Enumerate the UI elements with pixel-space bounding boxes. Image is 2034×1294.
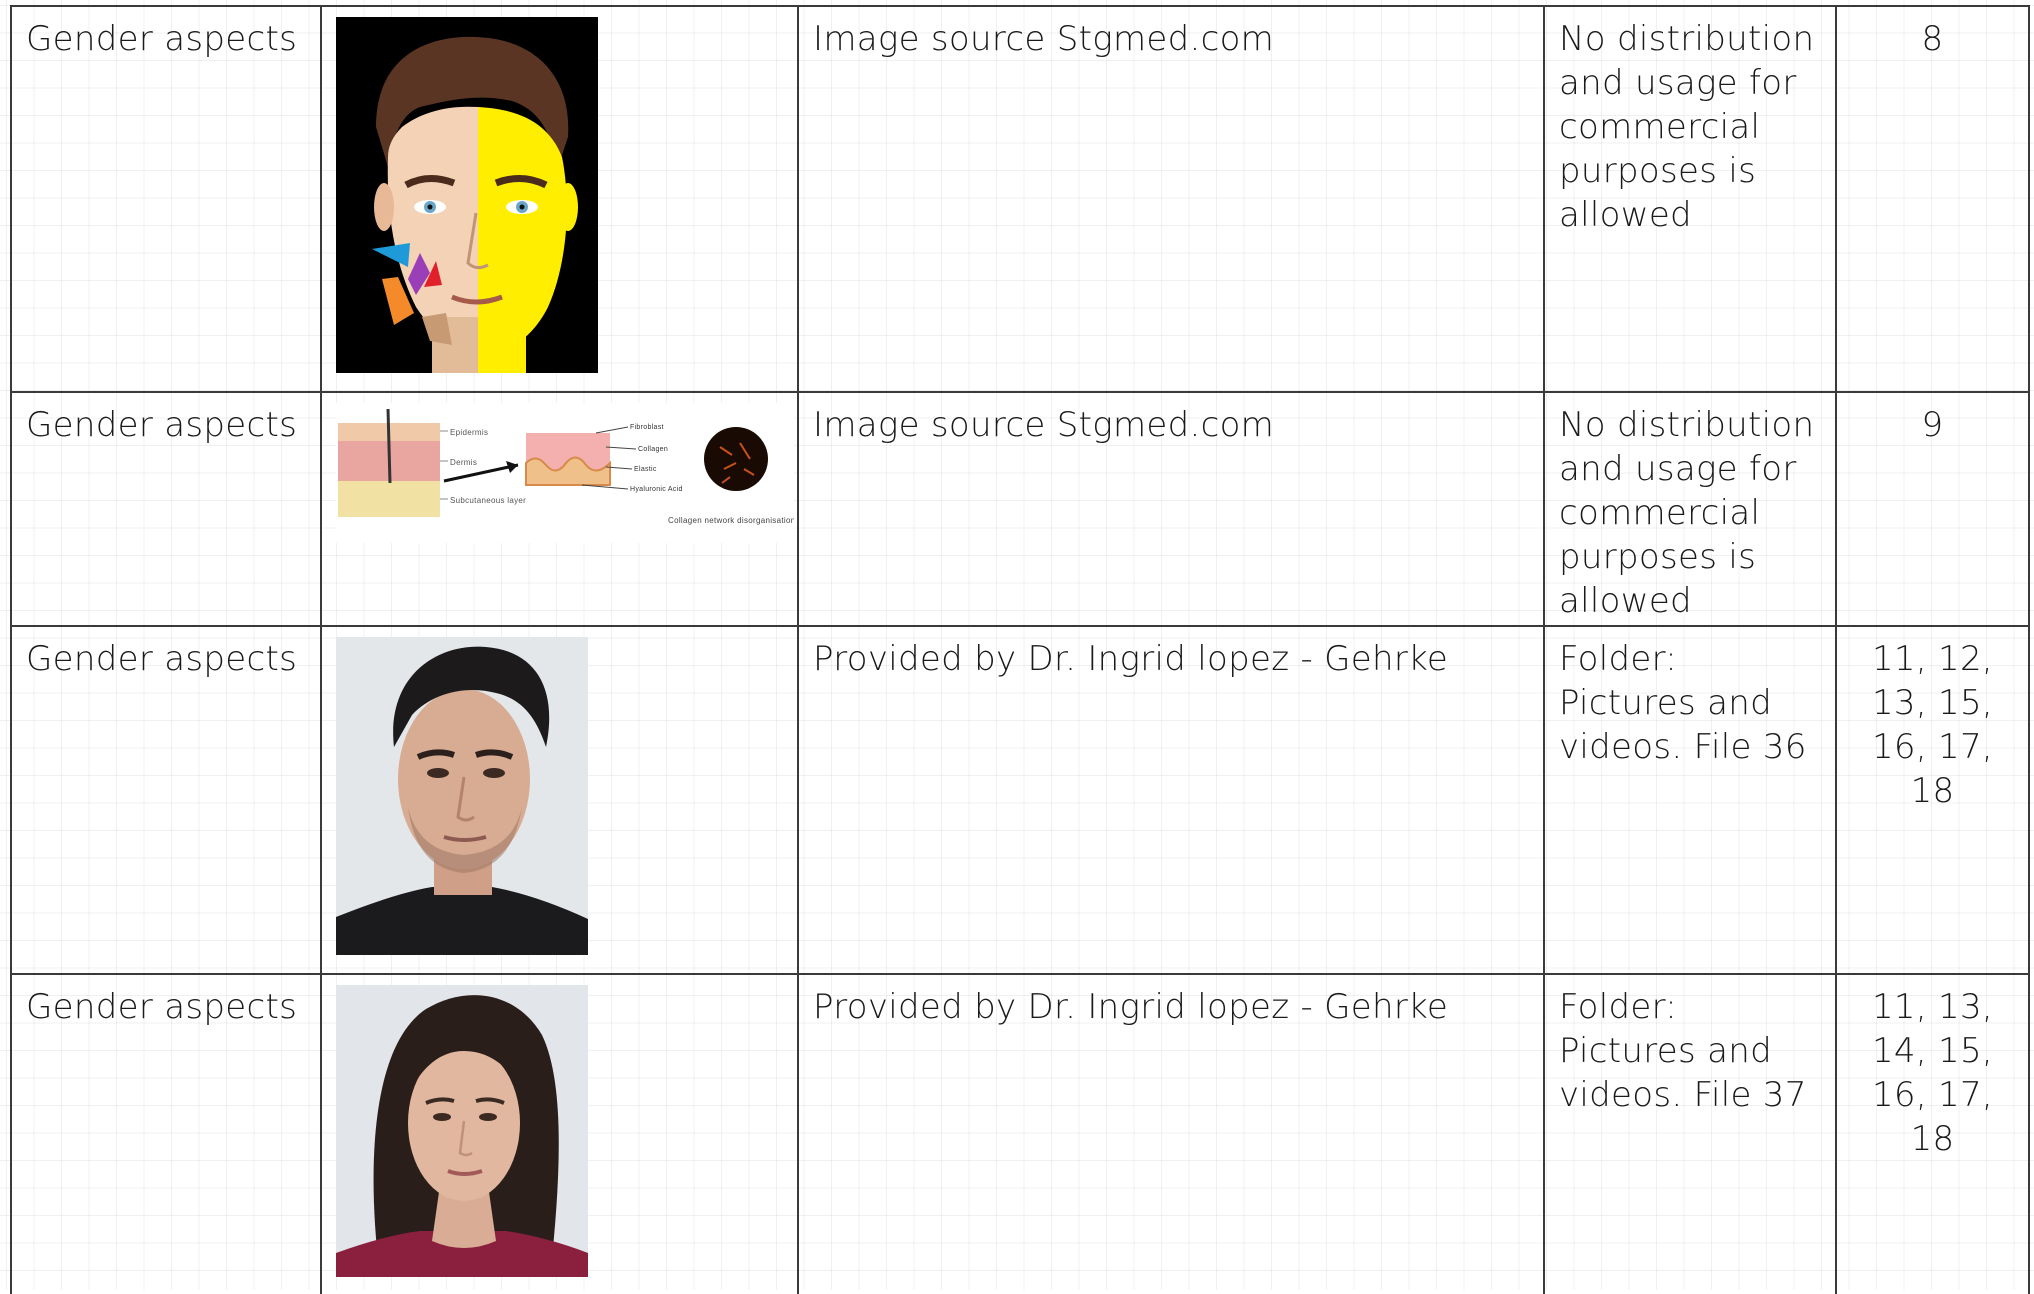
topic-cell: Gender aspects [10, 625, 322, 975]
table-row: Gender aspects [10, 625, 2030, 975]
skin-layers-diagram-icon: Epidermis Dermis Subcutaneous layer Fibr… [336, 403, 794, 543]
female-portrait-photo [336, 985, 588, 1277]
table-row: Gender aspects Epidermis Dermis Subcutan… [10, 391, 2030, 627]
pages-cell: 11, 13, 14, 15, 16, 17, 18 [1835, 973, 2030, 1294]
source-cell: Image source Stgmed.com [797, 5, 1545, 393]
license-cell: No distribution and usage for commercial… [1543, 5, 1837, 393]
license-cell: Folder: Pictures and videos. File 36 [1543, 625, 1837, 975]
dermis-label: Dermis [450, 458, 477, 467]
hyaluronic-acid-label: Hyaluronic Acid [630, 486, 683, 493]
collagen-label: Collagen [638, 446, 668, 453]
topic-cell: Gender aspects [10, 973, 322, 1294]
license-cell: No distribution and usage for commercial… [1543, 391, 1837, 627]
image-cell [320, 973, 799, 1294]
image-cell: Epidermis Dermis Subcutaneous layer Fibr… [320, 391, 799, 627]
topic-cell: Gender aspects [10, 5, 322, 393]
source-cell: Provided by Dr. Ingrid lopez - Gehrke [797, 973, 1545, 1294]
topic-cell: Gender aspects [10, 391, 322, 627]
license-cell: Folder: Pictures and videos. File 37 [1543, 973, 1837, 1294]
source-cell: Image source Stgmed.com [797, 391, 1545, 627]
epidermis-label: Epidermis [450, 428, 488, 437]
fibroblast-label: Fibroblast [630, 424, 664, 431]
pages-cell: 11, 12, 13, 15, 16, 17, 18 [1835, 625, 2030, 975]
image-cell [320, 5, 799, 393]
image-cell [320, 625, 799, 975]
elastic-label: Elastic [634, 466, 657, 473]
pages-cell: 8 [1835, 5, 2030, 393]
male-portrait-photo [336, 637, 588, 955]
image-credits-table: Gender aspects Image source Stgmed.com N… [10, 5, 2030, 1294]
table-row: Gender aspects [10, 973, 2030, 1294]
subcutaneous-label: Subcutaneous layer [450, 496, 526, 505]
collagen-disorganisation-label: Collagen network disorganisation [668, 516, 794, 525]
table-row: Gender aspects [10, 5, 2030, 393]
pages-cell: 9 [1835, 391, 2030, 627]
illustrated-face-icon [336, 17, 598, 373]
source-cell: Provided by Dr. Ingrid lopez - Gehrke [797, 625, 1545, 975]
